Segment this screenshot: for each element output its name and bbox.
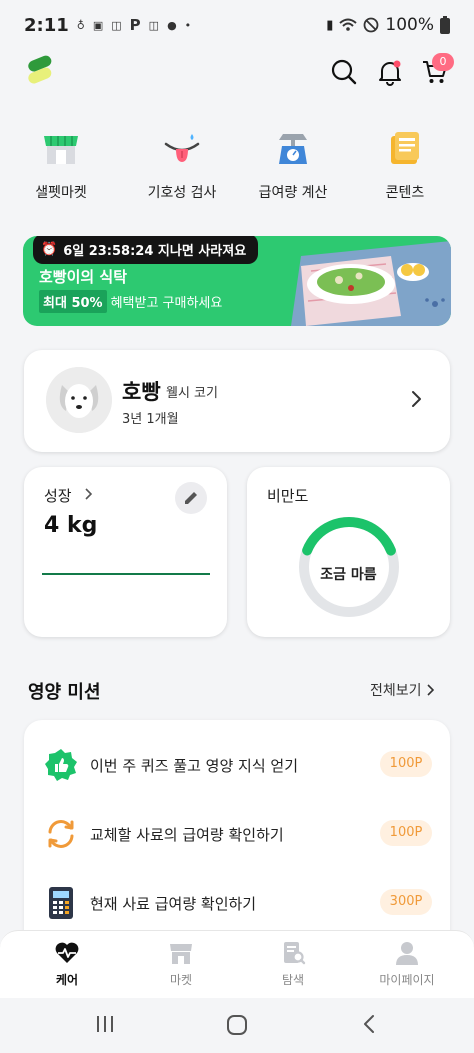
search-icon[interactable] xyxy=(330,58,358,86)
p-icon: P xyxy=(129,16,141,34)
edit-weight-button[interactable] xyxy=(175,482,207,514)
pet-profile-card[interactable]: 호빵 웰시 코기 3년 1개월 xyxy=(24,350,450,452)
cart-badge: 0 xyxy=(432,53,454,71)
recent-apps-icon[interactable] xyxy=(94,1014,116,1034)
battery-icon xyxy=(440,16,450,34)
nav-explore[interactable]: 탐색 xyxy=(234,941,352,988)
promo-subtitle: 최대 50% 혜택받고 구매하세요 xyxy=(39,290,222,313)
alarm-clock-icon: ⏰ xyxy=(41,241,58,257)
app-header: 0 xyxy=(0,50,474,100)
nav-market[interactable]: 마켓 xyxy=(122,941,240,988)
nav-care[interactable]: 케어 xyxy=(8,941,126,988)
nav-label: 탐색 xyxy=(281,973,305,987)
nav-mypage[interactable]: 마이페이지 xyxy=(348,941,466,988)
mission-points-badge: 300P xyxy=(380,889,432,915)
back-icon[interactable] xyxy=(362,1014,376,1034)
c-icon: ● xyxy=(167,18,177,32)
view-all-label: 전체보기 xyxy=(370,683,422,699)
quick-menu-label: 급여량 계산 xyxy=(258,185,328,201)
scale-icon xyxy=(279,134,307,164)
mission-text: 현재 사료 급여량 확인하기 xyxy=(90,895,257,913)
promo-title: 호빵이의 식탁 xyxy=(39,268,128,286)
obesity-status: 조금 마름 xyxy=(320,567,377,583)
nav-label: 마이페이지 xyxy=(379,973,435,987)
person-icon xyxy=(396,942,418,965)
countdown-badge: ⏰ 6일 23:58:24 지나면 사라져요 xyxy=(33,236,259,264)
quick-menu-market[interactable]: 샐펫마켓 xyxy=(6,128,116,202)
chevron-right-icon xyxy=(85,488,92,500)
quick-menu-feeding-calc[interactable]: 급여량 계산 xyxy=(238,128,348,202)
mission-points-badge: 100P xyxy=(380,751,432,777)
wifi-icon xyxy=(339,18,358,31)
tongue-icon xyxy=(164,134,200,162)
nav-label: 마켓 xyxy=(169,973,193,987)
temu-icon: ◫ xyxy=(148,18,160,32)
food-bowl-illustration xyxy=(291,241,451,326)
home-icon[interactable] xyxy=(226,1014,248,1036)
missions-card: 이번 주 퀴즈 풀고 영양 지식 얻기 100P 교체할 사료의 급여량 확인하… xyxy=(24,720,450,960)
pet-name: 호빵 xyxy=(122,380,161,404)
growth-card[interactable]: 성장 4 kg xyxy=(24,467,227,637)
weight-value: 4 kg xyxy=(44,513,98,538)
dnd-icon xyxy=(363,17,379,33)
pet-age: 3년 1개월 xyxy=(122,412,179,427)
heart-pulse-icon xyxy=(55,942,79,963)
obesity-card[interactable]: 비만도 조금 마름 xyxy=(247,467,450,637)
steps-icon: ♁ xyxy=(76,18,85,32)
mission-points-badge: 100P xyxy=(380,820,432,846)
nav-label: 케어 xyxy=(55,973,79,987)
promo-subtitle-text: 혜택받고 구매하세요 xyxy=(110,296,223,311)
countdown-text: 6일 23:58:24 지나면 사라져요 xyxy=(63,243,247,259)
quick-menu-label: 기호성 검사 xyxy=(147,185,217,201)
promo-highlight: 최대 50% xyxy=(39,290,107,313)
mission-item[interactable]: 현재 사료 급여량 확인하기 300P xyxy=(24,877,450,927)
dog-avatar-icon xyxy=(46,367,112,433)
store-icon xyxy=(44,136,78,164)
mission-text: 이번 주 퀴즈 풀고 영양 지식 얻기 xyxy=(90,757,299,775)
battery-label: 100% xyxy=(385,15,434,35)
avatar xyxy=(46,367,112,433)
store-icon xyxy=(170,944,192,964)
mission-item[interactable]: 이번 주 퀴즈 풀고 영양 지식 얻기 100P xyxy=(24,739,450,789)
growth-graph-line xyxy=(42,573,210,575)
status-right: ▮ 100% xyxy=(326,15,450,35)
system-nav-bar xyxy=(0,998,474,1053)
quick-menu-palatability[interactable]: 기호성 검사 xyxy=(127,128,237,202)
status-bar: 2:11 ♁ ▣ ◫ P ◫ ● • ▮ 100% xyxy=(0,0,474,50)
bell-icon[interactable] xyxy=(376,58,404,86)
logo-icon[interactable] xyxy=(26,54,56,88)
quick-menu: 샐펫마켓 기호성 검사 급여량 계산 콘텐츠 xyxy=(0,128,474,208)
mission-item[interactable]: 교체할 사료의 급여량 확인하기 100P xyxy=(24,808,450,858)
pencil-icon xyxy=(185,492,197,504)
search-doc-icon xyxy=(284,942,306,965)
obesity-title: 비만도 xyxy=(267,487,309,505)
quick-menu-contents[interactable]: 콘텐츠 xyxy=(350,128,460,202)
status-left: 2:11 ♁ ▣ ◫ P ◫ ● • xyxy=(24,15,191,36)
quick-menu-label: 샐펫마켓 xyxy=(35,185,87,201)
bottom-nav: 케어 마켓 탐색 마이페이지 xyxy=(0,930,474,998)
status-time: 2:11 xyxy=(24,14,69,36)
pet-breed: 웰시 코기 xyxy=(166,386,218,401)
battery-saver-icon: ▮ xyxy=(326,17,334,33)
calculator-icon xyxy=(44,886,78,920)
growth-title: 성장 xyxy=(44,487,72,505)
dot-icon: • xyxy=(184,18,192,32)
quick-menu-label: 콘텐츠 xyxy=(385,185,425,201)
thumbs-up-icon xyxy=(44,748,78,782)
promo-banner[interactable]: ⏰ 6일 23:58:24 지나면 사라져요 호빵이의 식탁 최대 50% 혜택… xyxy=(23,236,451,326)
temu-icon: ◫ xyxy=(111,18,122,32)
missions-title: 영양 미션 xyxy=(28,682,101,703)
chevron-right-icon xyxy=(412,391,421,407)
view-all-link[interactable]: 전체보기 xyxy=(370,680,434,700)
chevron-right-icon xyxy=(426,684,434,696)
mission-text: 교체할 사료의 급여량 확인하기 xyxy=(90,826,284,844)
profile-icon: ▣ xyxy=(92,18,104,32)
refresh-icon xyxy=(44,817,78,851)
content-icon xyxy=(391,132,419,164)
